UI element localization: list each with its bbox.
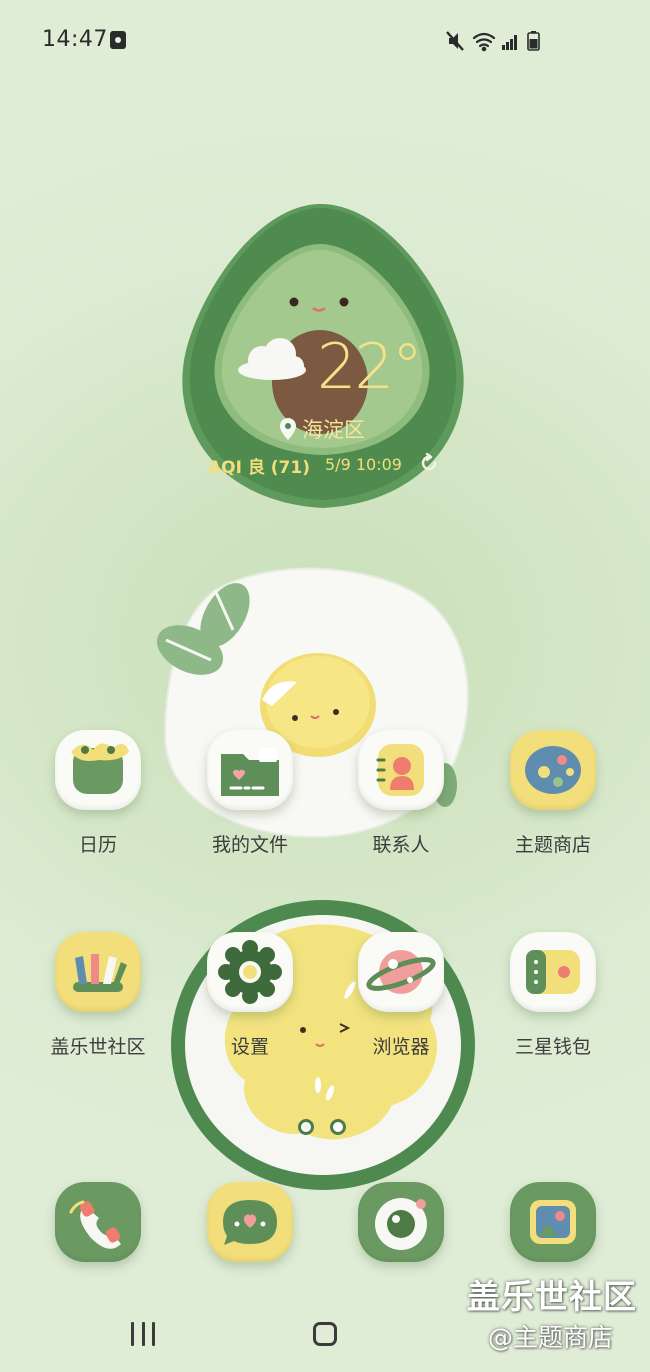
community-icon xyxy=(73,954,127,992)
dock-gallery[interactable] xyxy=(488,1182,618,1272)
page-dot[interactable] xyxy=(330,1119,346,1135)
app-label: 我的文件 xyxy=(211,834,288,856)
dock-camera[interactable] xyxy=(336,1182,466,1272)
weather-updated-time: 5/9 10:09 xyxy=(325,455,402,474)
messages-icon xyxy=(223,1200,277,1245)
app-label: 主题商店 xyxy=(514,834,591,856)
app-label: 盖乐世社区 xyxy=(50,1036,146,1058)
recents-icon[interactable] xyxy=(131,1322,155,1346)
dock-messages[interactable] xyxy=(185,1182,315,1272)
page-indicator[interactable] xyxy=(298,1119,346,1135)
page-dot-active[interactable] xyxy=(298,1119,314,1135)
gear-icon xyxy=(218,940,282,1004)
planet-icon xyxy=(366,950,436,994)
refresh-icon[interactable] xyxy=(419,453,439,473)
location-pin-icon xyxy=(280,418,296,440)
app-calendar[interactable]: 日历 xyxy=(33,730,163,860)
camera-icon xyxy=(375,1198,427,1250)
weather-aqi: AQI 良 (71) xyxy=(208,458,310,478)
app-contacts[interactable]: 联系人 xyxy=(336,730,466,860)
weather-location[interactable]: 海淀区 xyxy=(280,414,365,444)
app-galaxy-community[interactable]: 盖乐世社区 xyxy=(33,932,163,1062)
home-icon[interactable] xyxy=(313,1322,337,1346)
app-label: 三星钱包 xyxy=(514,1036,591,1058)
app-settings[interactable]: 设置 xyxy=(185,932,315,1062)
app-label: 日历 xyxy=(78,834,117,856)
wallet-icon xyxy=(526,950,580,994)
app-browser[interactable]: 浏览器 xyxy=(336,932,466,1062)
app-theme-store[interactable]: 主题商店 xyxy=(488,730,618,860)
gallery-icon xyxy=(530,1200,576,1244)
navigation-bar xyxy=(0,1300,650,1372)
phone-icon xyxy=(69,1200,121,1249)
app-label: 设置 xyxy=(230,1036,269,1058)
folder-icon xyxy=(221,748,279,796)
contacts-icon xyxy=(376,744,424,796)
app-samsung-wallet[interactable]: 三星钱包 xyxy=(488,932,618,1062)
app-label: 联系人 xyxy=(372,834,430,856)
app-my-files[interactable]: 我的文件 xyxy=(185,730,315,860)
calendar-icon xyxy=(71,743,129,794)
app-label: 浏览器 xyxy=(372,1036,430,1058)
palette-icon xyxy=(525,746,581,794)
dock-phone[interactable] xyxy=(33,1182,163,1272)
weather-temperature: 22° xyxy=(317,330,423,403)
location-name: 海淀区 xyxy=(302,418,365,442)
